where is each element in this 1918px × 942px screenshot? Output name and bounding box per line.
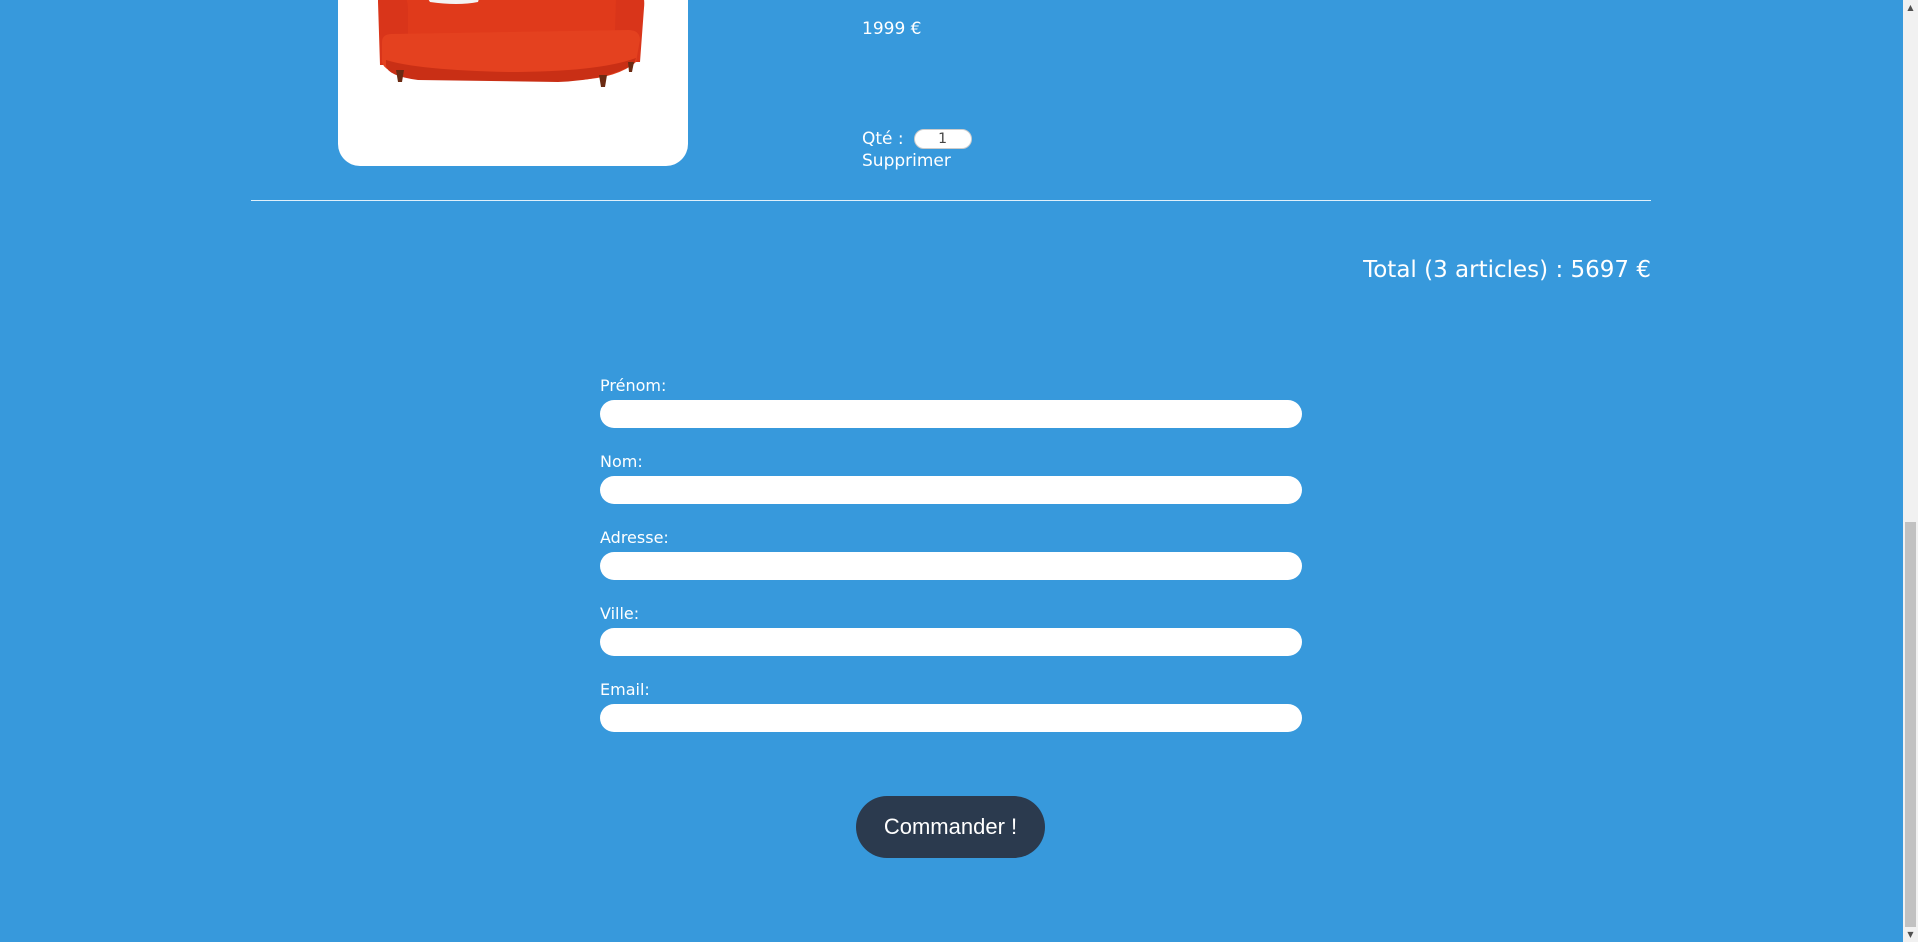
address-input[interactable]: [600, 552, 1302, 580]
sofa-image: [378, 0, 645, 87]
quantity-input[interactable]: [913, 129, 972, 149]
cart-total: Total (3 articles) : 5697 €: [1363, 257, 1651, 283]
email-input[interactable]: [600, 704, 1302, 732]
lastname-input[interactable]: [600, 476, 1302, 504]
order-button[interactable]: Commander !: [856, 796, 1045, 858]
firstname-label: Prénom:: [600, 376, 667, 395]
scrollbar-thumb[interactable]: [1905, 522, 1916, 927]
quantity-label: Qté :: [862, 129, 904, 149]
lastname-field-group: Nom:: [600, 452, 1302, 504]
address-field-group: Adresse:: [600, 528, 1302, 580]
email-label: Email:: [600, 680, 650, 699]
vertical-scrollbar[interactable]: ▲ ▼: [1903, 0, 1918, 942]
cart-divider: [251, 200, 1651, 201]
city-input[interactable]: [600, 628, 1302, 656]
address-label: Adresse:: [600, 528, 669, 547]
city-field-group: Ville:: [600, 604, 1302, 656]
email-field-group: Email:: [600, 680, 1302, 732]
delete-item-link[interactable]: Supprimer: [862, 151, 951, 171]
quantity-row: Qté :: [862, 129, 972, 149]
scroll-down-icon[interactable]: ▼: [1903, 927, 1918, 942]
cart-page: 1999 € Qté : Supprimer Total (3 articles…: [0, 0, 1903, 942]
city-label: Ville:: [600, 604, 640, 623]
firstname-input[interactable]: [600, 400, 1302, 428]
lastname-label: Nom:: [600, 452, 643, 471]
product-image-card: [338, 0, 688, 166]
firstname-field-group: Prénom:: [600, 376, 1302, 428]
scroll-up-icon[interactable]: ▲: [1903, 0, 1918, 15]
item-price: 1999 €: [862, 19, 922, 39]
